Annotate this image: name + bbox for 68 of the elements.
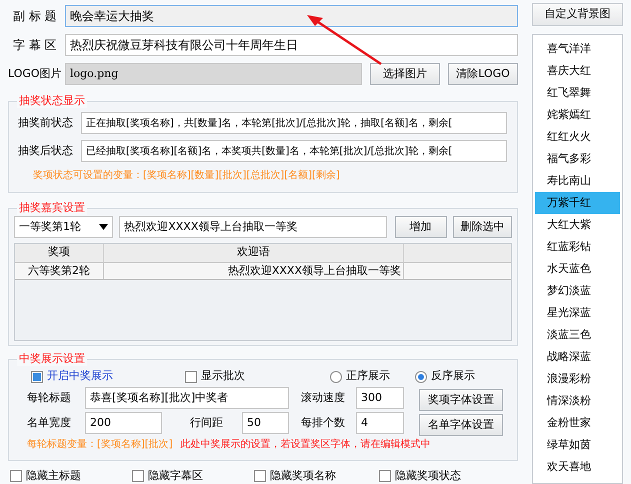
dropdown[interactable]: 一等奖第1轮 bbox=[14, 216, 114, 238]
theme-item[interactable]: 梦幻淡蓝 bbox=[535, 280, 620, 302]
button[interactable]: 选择图片 bbox=[370, 63, 440, 85]
hint-text: 每轮标题变量：[奖项名称][批次] bbox=[26, 438, 173, 452]
field-label: 行间距 bbox=[190, 414, 224, 431]
input-field[interactable]: 4 bbox=[356, 412, 404, 434]
theme-item[interactable]: 喜气洋洋 bbox=[535, 38, 620, 60]
theme-item[interactable]: 浪漫彩粉 bbox=[535, 368, 620, 390]
input-field[interactable]: 热烈欢迎XXXX领导上台抽取一等奖 bbox=[119, 216, 387, 238]
column-header: 欢迎语 bbox=[104, 244, 404, 262]
field-label: 每轮标题 bbox=[26, 390, 72, 406]
input-field[interactable]: logo.png bbox=[65, 63, 362, 85]
theme-item[interactable]: 战略深蓝 bbox=[535, 346, 620, 368]
input-field[interactable]: 恭喜[奖项名称][批次]中奖者 bbox=[85, 387, 289, 410]
theme-item[interactable]: 红红火火 bbox=[535, 126, 620, 148]
group-title: 中奖展示设置 bbox=[17, 352, 87, 366]
hint-text: 奖项状态可设置的变量：[奖项名称][数量][批次][总批次][名额][剩余] bbox=[32, 168, 341, 183]
custom-background-button[interactable]: 自定义背景图 bbox=[532, 3, 623, 26]
theme-item[interactable]: 星光深蓝 bbox=[535, 302, 620, 324]
theme-item[interactable]: 万紫千红 bbox=[535, 192, 620, 214]
checkbox[interactable]: 隐藏奖项状态 bbox=[379, 468, 499, 484]
theme-item[interactable]: 红蓝彩钻 bbox=[535, 236, 620, 258]
group-title: 抽奖状态显示 bbox=[17, 94, 87, 108]
theme-item[interactable]: 姹紫嫣红 bbox=[535, 104, 620, 126]
theme-item[interactable]: 绿草如茵 bbox=[535, 434, 620, 456]
input-field[interactable]: 晚会幸运大抽奖 bbox=[65, 5, 518, 27]
theme-item[interactable]: 欢天喜地 bbox=[535, 456, 620, 478]
theme-item[interactable]: 金粉世家 bbox=[535, 412, 620, 434]
checkbox[interactable]: 开启中奖展示 bbox=[31, 368, 185, 385]
theme-item[interactable]: 福气多彩 bbox=[535, 148, 620, 170]
input-field[interactable]: 200 bbox=[85, 412, 162, 434]
radio-button[interactable]: 反序展示 bbox=[415, 368, 475, 385]
checkbox[interactable]: 隐藏主标题 bbox=[10, 468, 130, 484]
input-field[interactable]: 已经抽取[奖项名称][名额]名，本奖项共[数量]名，本轮第[批次]/[总批次]轮，剩余[ bbox=[81, 140, 507, 162]
input-field[interactable]: 300 bbox=[356, 387, 404, 410]
checkbox[interactable]: 显示批次 bbox=[185, 368, 330, 385]
checkbox[interactable]: 隐藏字幕区 bbox=[132, 468, 252, 484]
table-cell: 热烈欢迎XXXX领导上台抽取一等奖 bbox=[104, 263, 404, 280]
theme-item[interactable]: 喜庆大红 bbox=[535, 60, 620, 82]
button[interactable]: 删除选中 bbox=[452, 216, 512, 238]
checkbox[interactable]: 隐藏奖项名称 bbox=[254, 468, 377, 484]
radio-button[interactable]: 正序展示 bbox=[330, 368, 415, 385]
column-header: 奖项 bbox=[15, 244, 104, 262]
note-text: 此处中奖展示的设置，若设置奖区字体，请在编辑模式中 bbox=[180, 438, 431, 452]
input-field[interactable]: 50 bbox=[242, 412, 289, 434]
field-label: 字 幕 区 bbox=[12, 37, 58, 54]
field-label: 抽奖前状态 bbox=[17, 114, 74, 131]
input-field[interactable]: 正在抽取[奖项名称]，共[数量]名，本轮第[批次]/[总批次]轮，抽取[名额]名，剩余[ bbox=[81, 112, 507, 134]
field-label: LOGO图片 bbox=[8, 66, 63, 82]
field-label: 副 标 题 bbox=[12, 8, 58, 25]
table-cell: 六等奖第2轮 bbox=[15, 263, 104, 280]
group-title: 抽奖嘉宾设置 bbox=[17, 201, 87, 216]
theme-item[interactable]: 水天蓝色 bbox=[535, 258, 620, 280]
field-label: 名单宽度 bbox=[26, 414, 72, 431]
button[interactable]: 增加 bbox=[394, 216, 447, 238]
field-label: 每排个数 bbox=[301, 414, 346, 431]
button[interactable]: 奖项字体设置 bbox=[419, 388, 503, 411]
theme-item[interactable]: 大红大紫 bbox=[535, 214, 620, 236]
field-label: 滚动速度 bbox=[301, 390, 346, 406]
caret-icon bbox=[99, 224, 108, 230]
theme-item[interactable]: 情深淡粉 bbox=[535, 390, 620, 412]
theme-item[interactable]: 淡蓝三色 bbox=[535, 324, 620, 346]
input-field[interactable]: 热烈庆祝微豆芽科技有限公司十年周年生日 bbox=[65, 34, 518, 56]
field-label: 抽奖后状态 bbox=[17, 142, 74, 159]
button[interactable]: 清除LOGO bbox=[448, 63, 518, 85]
theme-item[interactable]: 红飞翠舞 bbox=[535, 82, 620, 104]
theme-item[interactable]: 寿比南山 bbox=[535, 170, 620, 192]
button[interactable]: 名单字体设置 bbox=[419, 414, 503, 436]
